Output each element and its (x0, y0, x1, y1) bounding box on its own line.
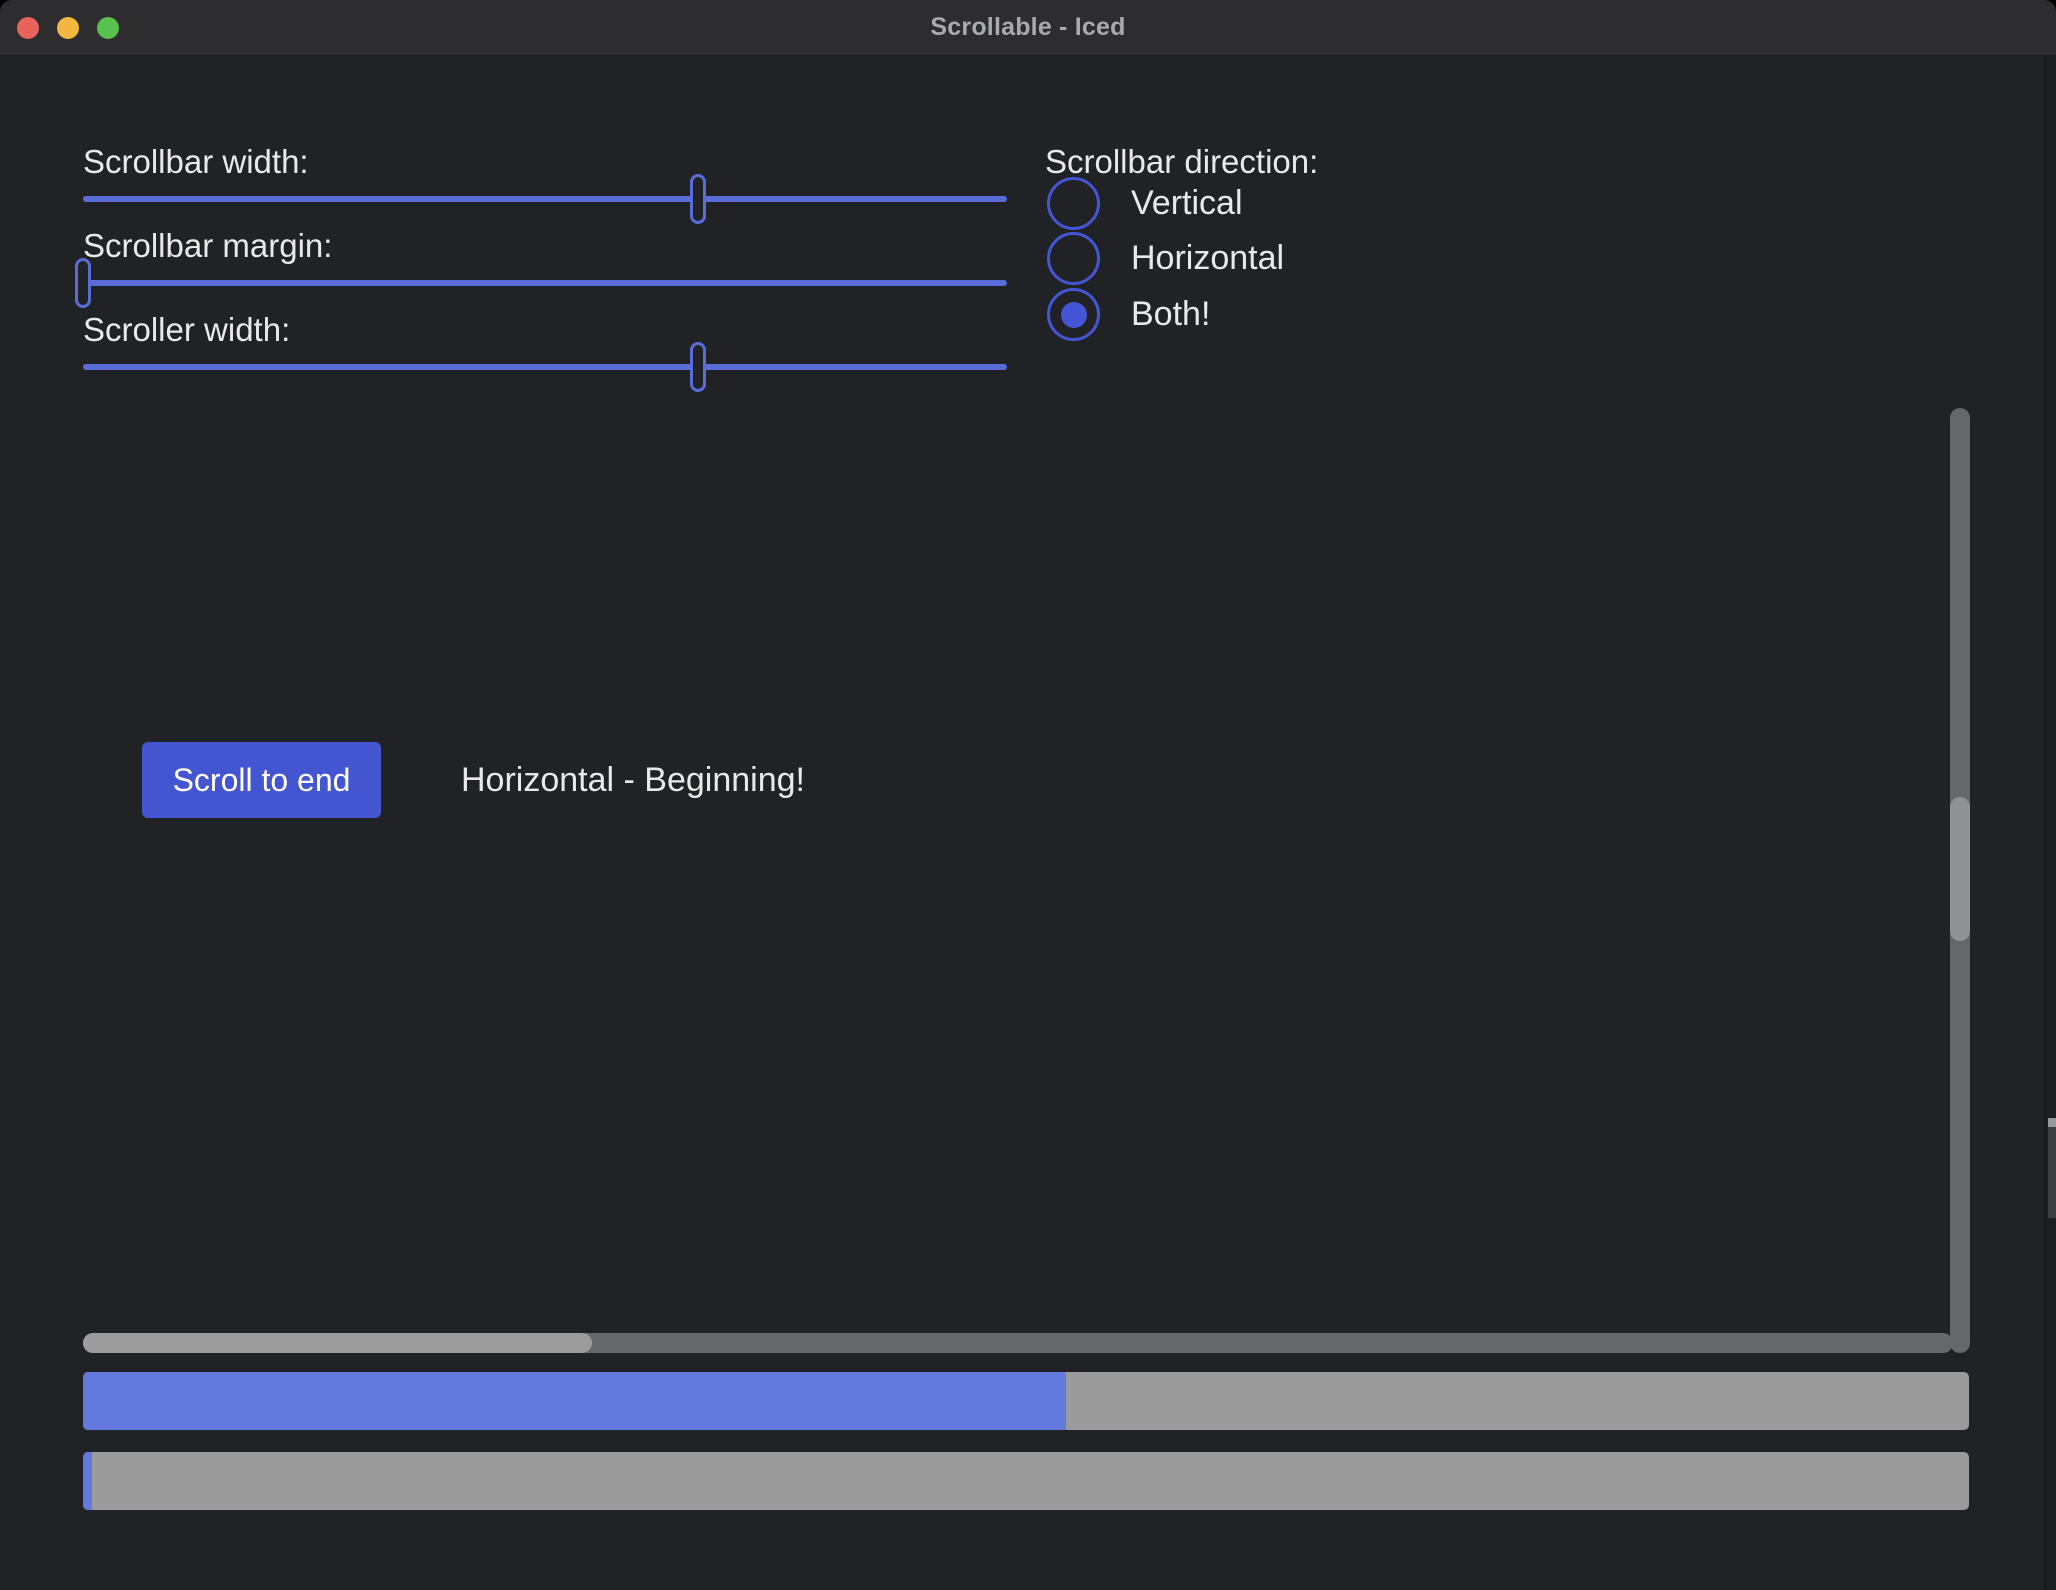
radio-circle[interactable] (1047, 288, 1100, 341)
radio-option-vertical[interactable]: Vertical (1047, 177, 1243, 230)
radio-dot (1061, 302, 1087, 328)
outer-scrollbar-tick (2048, 1118, 2056, 1127)
radio-circle[interactable] (1047, 177, 1100, 230)
slider-track[interactable] (83, 364, 1007, 370)
traffic-lights (17, 17, 119, 39)
title-bar: Scrollable - Iced (0, 0, 2056, 56)
outer-scrollbar-gutter (2046, 56, 2056, 1590)
scroll-to-end-button[interactable]: Scroll to end (142, 742, 381, 818)
scroll-status-text: Horizontal - Beginning! (461, 760, 805, 800)
window-title: Scrollable - Iced (930, 13, 1125, 42)
app-window: Scrollable - Iced Scrollbar width: Scrol… (0, 0, 2056, 1590)
radio-option-horizontal[interactable]: Horizontal (1047, 232, 1284, 285)
horizontal-scrollbar-scroller[interactable] (83, 1333, 592, 1353)
scrollbar-width-slider[interactable] (83, 174, 1007, 224)
slider-handle[interactable] (75, 258, 91, 308)
slider-handle[interactable] (690, 342, 706, 392)
zoom-button[interactable] (97, 17, 119, 39)
radio-circle[interactable] (1047, 232, 1100, 285)
scroller-width-slider[interactable] (83, 342, 1007, 392)
minimize-button[interactable] (57, 17, 79, 39)
scrollbar-margin-slider[interactable] (83, 258, 1007, 308)
close-button[interactable] (17, 17, 39, 39)
horizontal-progress-bar (83, 1372, 1969, 1430)
vertical-scrollbar-track[interactable] (1950, 408, 1970, 1353)
progress-fill (83, 1452, 92, 1510)
slider-track[interactable] (83, 196, 1007, 202)
scrollbar-direction-label: Scrollbar direction: (1045, 142, 1318, 182)
radio-label: Vertical (1131, 177, 1243, 230)
vertical-scrollbar-scroller[interactable] (1950, 797, 1970, 941)
vertical-progress-bar (83, 1452, 1969, 1510)
radio-label: Both! (1131, 288, 1210, 341)
scroll-to-end-label: Scroll to end (173, 762, 351, 799)
outer-scrollbar-scroller[interactable] (2048, 1127, 2056, 1218)
progress-fill (83, 1372, 1066, 1430)
radio-label: Horizontal (1131, 232, 1284, 285)
horizontal-scrollbar-track[interactable] (83, 1333, 1953, 1353)
slider-handle[interactable] (690, 174, 706, 224)
slider-track[interactable] (83, 280, 1007, 286)
radio-option-both[interactable]: Both! (1047, 288, 1210, 341)
